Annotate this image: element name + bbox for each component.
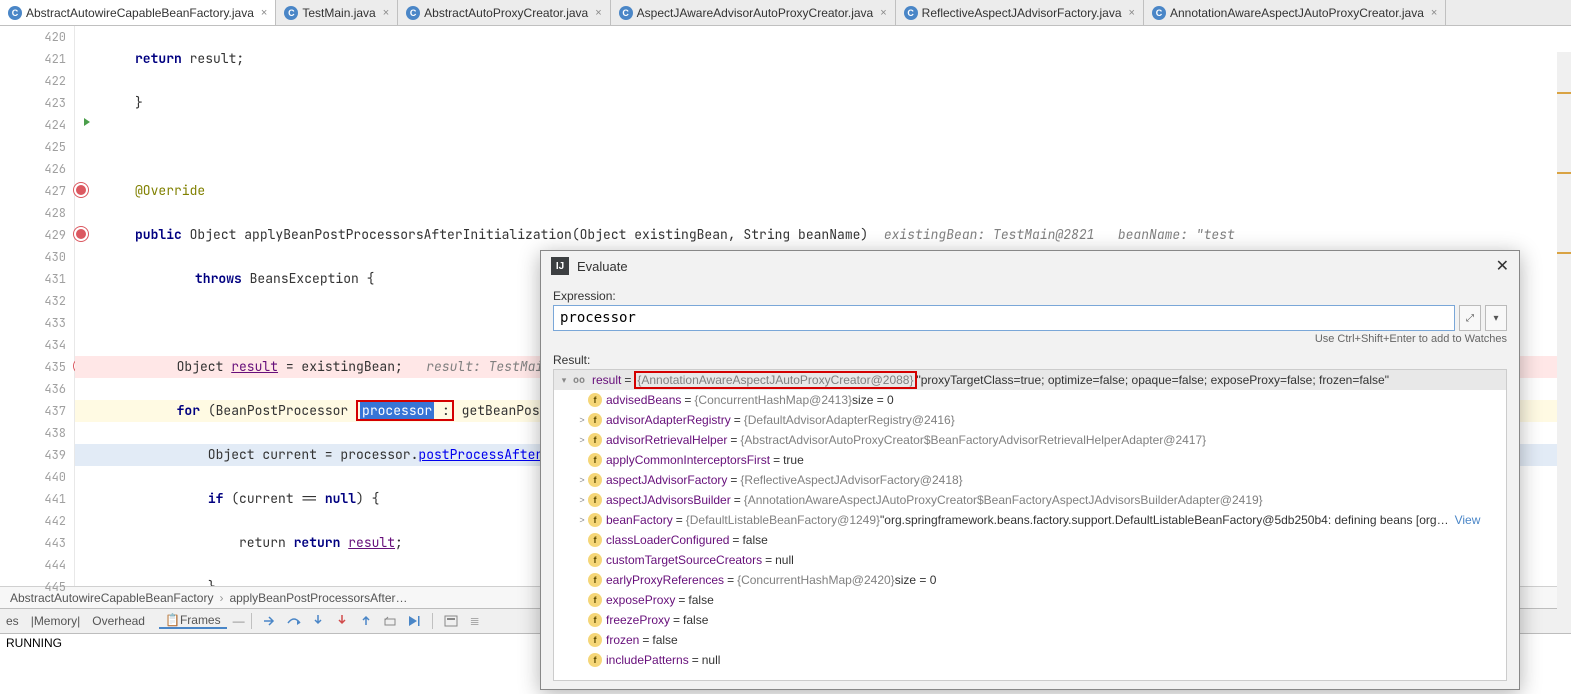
expression-input[interactable] xyxy=(553,305,1455,331)
field-icon: f xyxy=(588,553,602,567)
tab-file-2[interactable]: CAbstractAutoProxyCreator.java× xyxy=(398,0,611,25)
drop-frame-button[interactable] xyxy=(378,609,402,633)
object-icon: oo xyxy=(570,373,588,387)
field-icon: f xyxy=(588,453,602,467)
close-icon[interactable]: × xyxy=(595,7,601,19)
tree-field[interactable]: fexposeProxy = false xyxy=(554,590,1506,610)
debug-tab-es[interactable]: es xyxy=(0,609,25,633)
field-icon: f xyxy=(588,633,602,647)
history-dropdown-icon[interactable]: ▾ xyxy=(1485,305,1507,331)
debug-tab-frames[interactable]: 📋 Frames xyxy=(159,613,227,629)
class-icon: C xyxy=(284,6,298,20)
field-icon: f xyxy=(588,653,602,667)
hint-text: Use Ctrl+Shift+Enter to add to Watches xyxy=(553,333,1507,345)
result-tree[interactable]: ▾oo result= {AnnotationAwareAspectJAutoP… xyxy=(553,369,1507,681)
class-icon: C xyxy=(1152,6,1166,20)
tree-field[interactable]: >fadvisorAdapterRegistry = {DefaultAdvis… xyxy=(554,410,1506,430)
field-icon: f xyxy=(588,473,602,487)
editor-scrollbar[interactable] xyxy=(1557,52,1571,612)
show-execution-point-button[interactable] xyxy=(258,609,282,633)
dialog-title: Evaluate xyxy=(577,259,1496,274)
tree-field[interactable]: fincludePatterns = null xyxy=(554,650,1506,670)
class-icon: C xyxy=(8,6,22,20)
view-link[interactable]: View xyxy=(1455,513,1481,527)
field-icon: f xyxy=(588,613,602,627)
app-icon: IJ xyxy=(551,257,569,275)
close-icon[interactable]: × xyxy=(1129,7,1135,19)
breadcrumb-method[interactable]: applyBeanPostProcessorsAfter… xyxy=(229,591,407,605)
tree-field[interactable]: fapplyCommonInterceptorsFirst = true xyxy=(554,450,1506,470)
field-icon: f xyxy=(588,533,602,547)
force-step-into-button[interactable] xyxy=(330,609,354,633)
tree-field[interactable]: fadvisedBeans = {ConcurrentHashMap@2413}… xyxy=(554,390,1506,410)
close-icon[interactable]: ✕ xyxy=(1496,256,1509,276)
tree-field[interactable]: fclassLoaderConfigured = false xyxy=(554,530,1506,550)
tab-file-3[interactable]: CAspectJAwareAdvisorAutoProxyCreator.jav… xyxy=(611,0,896,25)
step-into-button[interactable] xyxy=(306,609,330,633)
field-icon: f xyxy=(588,573,602,587)
tree-field[interactable]: ffrozen = false xyxy=(554,630,1506,650)
expression-label: Expression: xyxy=(553,289,1507,303)
tab-file-1[interactable]: CTestMain.java× xyxy=(276,0,398,25)
gutter[interactable]: 420421422423 424 425426 427 428 429 4304… xyxy=(0,26,75,586)
field-icon: f xyxy=(588,593,602,607)
tree-field[interactable]: ffreezeProxy = false xyxy=(554,610,1506,630)
class-icon: C xyxy=(406,6,420,20)
result-label: Result: xyxy=(553,353,1507,367)
tree-field[interactable]: fcustomTargetSourceCreators = null xyxy=(554,550,1506,570)
dialog-titlebar[interactable]: IJ Evaluate ✕ xyxy=(541,251,1519,281)
tab-file-4[interactable]: CReflectiveAspectJAdvisorFactory.java× xyxy=(896,0,1144,25)
tree-field[interactable]: fearlyProxyReferences = {ConcurrentHashM… xyxy=(554,570,1506,590)
trace-button[interactable]: ≣ xyxy=(463,609,487,633)
class-icon: C xyxy=(619,6,633,20)
debug-tab-overhead[interactable]: Overhead xyxy=(86,609,151,633)
tree-field[interactable]: >faspectJAdvisorFactory = {ReflectiveAsp… xyxy=(554,470,1506,490)
close-icon[interactable]: × xyxy=(383,7,389,19)
step-over-button[interactable] xyxy=(282,609,306,633)
tree-field[interactable]: >fadvisorRetrievalHelper = {AbstractAdvi… xyxy=(554,430,1506,450)
close-icon[interactable]: × xyxy=(261,7,267,19)
debug-tab-memory[interactable]: | Memory | xyxy=(25,609,87,633)
tree-field[interactable]: >fbeanFactory = {DefaultListableBeanFact… xyxy=(554,510,1506,530)
expand-icon[interactable]: ⤢ xyxy=(1459,305,1481,331)
close-icon[interactable]: × xyxy=(880,7,886,19)
class-icon: C xyxy=(904,6,918,20)
field-icon: f xyxy=(588,493,602,507)
chevron-right-icon: › xyxy=(219,591,223,605)
field-icon: f xyxy=(588,433,602,447)
tab-file-0[interactable]: CAbstractAutowireCapableBeanFactory.java… xyxy=(0,0,276,25)
field-icon: f xyxy=(588,513,602,527)
evaluate-dialog: IJ Evaluate ✕ Expression: ⤢ ▾ Use Ctrl+S… xyxy=(540,250,1520,690)
tree-field[interactable]: >faspectJAdvisorsBuilder = {AnnotationAw… xyxy=(554,490,1506,510)
field-icon: f xyxy=(588,393,602,407)
minimize-icon[interactable]: — xyxy=(233,614,245,628)
evaluate-expression-button[interactable] xyxy=(439,609,463,633)
close-icon[interactable]: × xyxy=(1431,7,1437,19)
run-to-cursor-button[interactable] xyxy=(402,609,426,633)
tree-root[interactable]: ▾oo result= {AnnotationAwareAspectJAutoP… xyxy=(554,370,1506,390)
editor-tabs: CAbstractAutowireCapableBeanFactory.java… xyxy=(0,0,1571,26)
tab-file-5[interactable]: CAnnotationAwareAspectJAutoProxyCreator.… xyxy=(1144,0,1446,25)
field-icon: f xyxy=(588,413,602,427)
step-out-button[interactable] xyxy=(354,609,378,633)
